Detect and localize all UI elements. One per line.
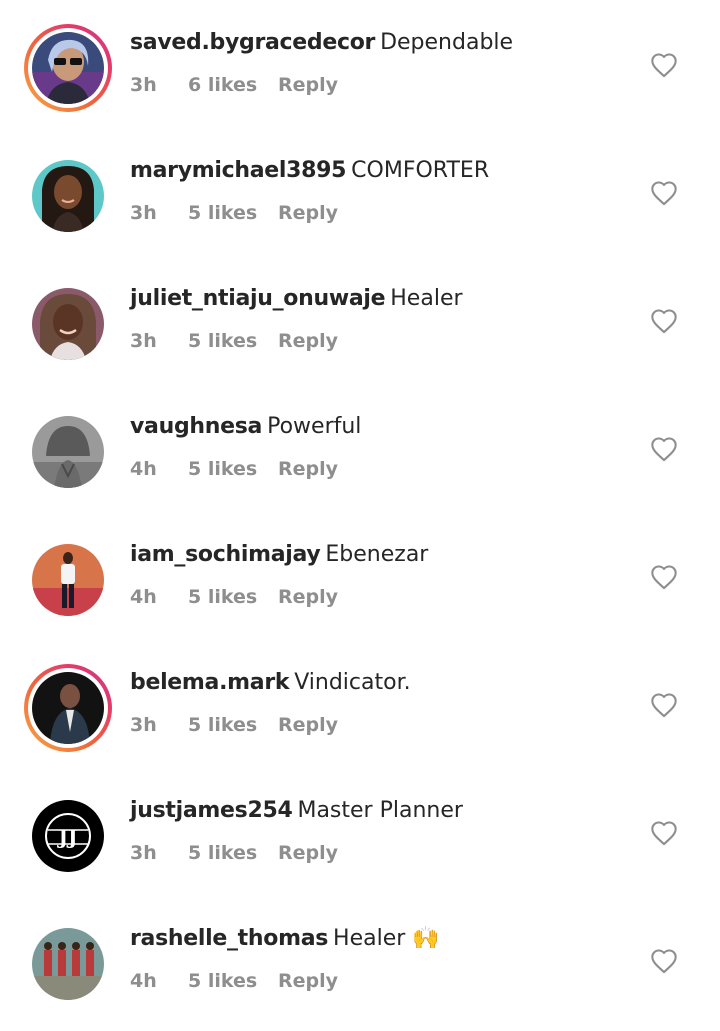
username-link[interactable]: marymichael3895 [130,158,346,183]
comment-text: Master Planner [297,798,463,823]
avatar-photo [32,544,104,616]
heart-outline-icon[interactable] [650,308,678,334]
avatar-photo [32,416,104,488]
likes-count-button[interactable]: 5 likes [188,328,257,354]
avatar-photo [32,672,104,744]
comment-text: Healer [390,286,463,311]
heart-outline-icon[interactable] [650,692,678,718]
avatar-photo [32,928,104,1000]
username-link[interactable]: iam_sochimajay [130,542,321,567]
likes-count-button[interactable]: 5 likes [188,968,257,994]
heart-outline-icon[interactable] [650,564,678,590]
username-link[interactable]: vaughnesa [130,414,262,439]
reply-button[interactable]: Reply [278,456,338,482]
avatar[interactable] [24,664,112,752]
heart-outline-icon[interactable] [650,820,678,846]
avatar[interactable] [24,408,112,496]
comment-item: rashelle_thomas Healer 🙌 4h 5 likes Reply [0,896,720,1024]
likes-count-button[interactable]: 6 likes [188,72,257,98]
avatar-photo [32,160,104,232]
timestamp: 3h [130,202,157,224]
comment-item: belema.mark Vindicator. 3h 5 likes Reply [0,640,720,768]
timestamp: 3h [130,74,157,96]
comment-text: Healer 🙌 [333,926,440,951]
username-link[interactable]: justjames254 [130,798,293,823]
heart-outline-icon[interactable] [650,948,678,974]
reply-button[interactable]: Reply [278,968,338,994]
reply-button[interactable]: Reply [278,72,338,98]
reply-button[interactable]: Reply [278,328,338,354]
comment-text: COMFORTER [351,158,490,183]
heart-outline-icon[interactable] [650,52,678,78]
likes-count-button[interactable]: 5 likes [188,712,257,738]
jj-logo-text: JJ [57,825,78,849]
reply-button[interactable]: Reply [278,712,338,738]
reply-button[interactable]: Reply [278,840,338,866]
comment-item: marymichael3895 COMFORTER 3h 5 likes Repl… [0,128,720,256]
username-link[interactable]: rashelle_thomas [130,926,328,951]
timestamp: 3h [130,714,157,736]
username-link[interactable]: juliet_ntiaju_onuwaje [130,286,386,311]
avatar-photo [32,288,104,360]
avatar[interactable] [24,536,112,624]
avatar[interactable] [24,920,112,1008]
comment-item: vaughnesa Powerful 4h 5 likes Reply [0,384,720,512]
avatar-photo: JJ [32,800,104,872]
avatar[interactable] [24,24,112,112]
comment-line: belema.mark Vindicator. [130,668,411,698]
timestamp: 4h [130,970,157,992]
comment-list: saved.bygracedecor Dependable 3h 6 likes … [0,0,720,1031]
comment-item: JJ justjames254 Master Planner 3h 5 likes… [0,768,720,896]
comment-item: saved.bygracedecor Dependable 3h 6 likes … [0,0,720,128]
timestamp: 3h [130,842,157,864]
username-link[interactable]: belema.mark [130,670,290,695]
comment-line: justjames254 Master Planner [130,796,463,826]
timestamp: 4h [130,458,157,480]
comment-text: Dependable [380,30,514,55]
avatar[interactable]: JJ [24,792,112,880]
avatar[interactable] [24,152,112,240]
comment-text: Ebenezar [325,542,429,567]
heart-outline-icon[interactable] [650,180,678,206]
reply-button[interactable]: Reply [278,200,338,226]
comment-item: iam_sochimajay Ebenezar 4h 5 likes Reply [0,512,720,640]
comment-text: Vindicator. [294,670,411,695]
avatar-photo [32,32,104,104]
comment-line: saved.bygracedecor Dependable [130,28,513,58]
likes-count-button[interactable]: 5 likes [188,840,257,866]
comment-line: vaughnesa Powerful [130,412,361,442]
heart-outline-icon[interactable] [650,436,678,462]
comment-line: iam_sochimajay Ebenezar [130,540,428,570]
reply-button[interactable]: Reply [278,584,338,610]
comment-line: marymichael3895 COMFORTER [130,156,489,186]
username-link[interactable]: saved.bygracedecor [130,30,375,55]
comment-item: juliet_ntiaju_onuwaje Healer 3h 5 likes R… [0,256,720,384]
timestamp: 3h [130,330,157,352]
likes-count-button[interactable]: 5 likes [188,456,257,482]
comment-line: rashelle_thomas Healer 🙌 [130,924,440,954]
avatar[interactable] [24,280,112,368]
comment-line: juliet_ntiaju_onuwaje Healer [130,284,463,314]
comment-text: Powerful [267,414,362,439]
likes-count-button[interactable]: 5 likes [188,200,257,226]
likes-count-button[interactable]: 5 likes [188,584,257,610]
timestamp: 4h [130,586,157,608]
